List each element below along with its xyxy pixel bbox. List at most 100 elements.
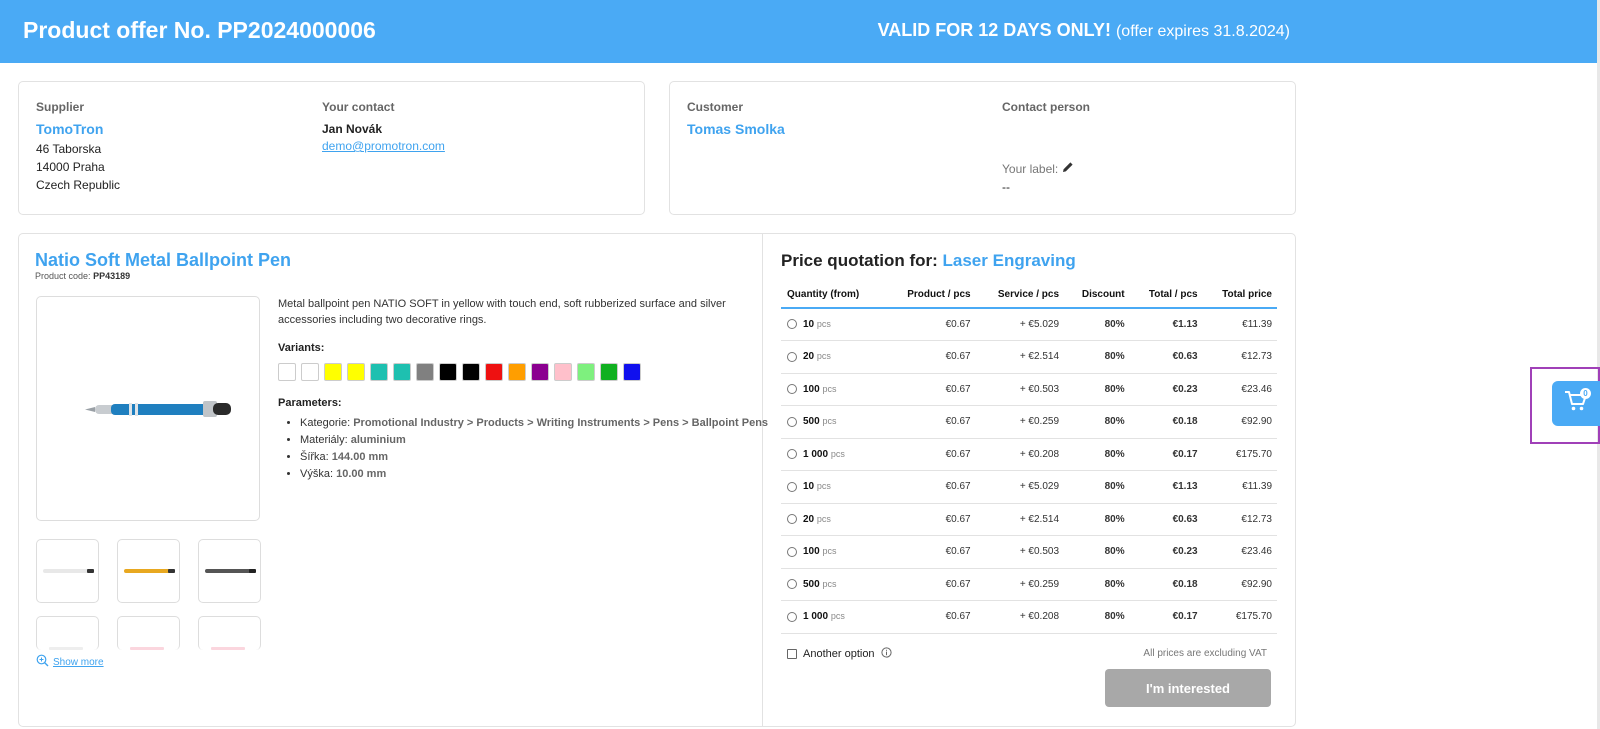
service-price-cell: + €5.029 [975,470,1065,504]
service-price-cell: + €2.514 [975,340,1065,374]
quantity-radio[interactable] [787,611,797,622]
interested-button[interactable]: I'm interested [1105,669,1271,707]
variant-swatch[interactable] [278,363,296,381]
parameter-item: Materiály: aluminium [300,432,768,449]
service-price-cell: + €5.029 [975,308,1065,341]
variant-swatch[interactable] [393,363,411,381]
product-price-cell: €0.67 [884,308,976,341]
product-thumbnail-6[interactable] [198,616,261,650]
quantity-cell[interactable]: 100 pcs [781,373,885,406]
quantity-cell[interactable]: 500 pcs [781,568,885,601]
product-price-cell: €0.67 [884,503,976,536]
col-total-pcs: Total / pcs [1129,281,1203,309]
pencil-icon[interactable] [1062,160,1074,178]
price-row[interactable]: 10 pcs €0.67 + €5.029 80% €1.13 €11.39 [781,308,1277,341]
quantity-radio[interactable] [787,579,797,590]
price-row[interactable]: 100 pcs €0.67 + €0.503 80% €0.23 €23.46 [781,373,1277,406]
contact-person-label: Contact person [1002,100,1091,114]
cart-button[interactable] [1552,381,1600,426]
pen-image [85,401,231,417]
total-price-cell: €12.73 [1202,503,1277,536]
another-option-checkbox[interactable] [787,649,797,659]
discount-cell: 80% [1064,503,1130,536]
your-contact-email[interactable]: demo@promotron.com [322,137,445,155]
product-price-cell: €0.67 [884,568,976,601]
quantity-cell[interactable]: 500 pcs [781,405,885,439]
parameters-label: Parameters: [278,397,342,409]
supplier-name[interactable]: TomoTron [36,121,103,137]
variant-swatch[interactable] [531,363,549,381]
quantity-radio[interactable] [787,449,797,460]
price-row[interactable]: 20 pcs €0.67 + €2.514 80% €0.63 €12.73 [781,503,1277,536]
quotation-title-prefix: Price quotation for: [781,251,938,270]
quantity-radio[interactable] [787,416,797,427]
show-more-label[interactable]: Show more [53,657,104,668]
your-contact-label: Your contact [322,100,395,114]
another-option[interactable]: Another option [787,647,892,661]
quantity-cell[interactable]: 10 pcs [781,308,885,341]
total-price-cell: €12.73 [1202,340,1277,374]
variant-swatch[interactable] [577,363,595,381]
product-thumbnail-gray[interactable] [198,539,261,603]
quantity-cell[interactable]: 1 000 pcs [781,438,885,471]
price-row[interactable]: 10 pcs €0.67 + €5.029 80% €1.13 €11.39 [781,470,1277,504]
price-row[interactable]: 1 000 pcs €0.67 + €0.208 80% €0.17 €175.70 [781,600,1277,634]
your-label-row[interactable]: Your label: [1002,160,1074,178]
price-row[interactable]: 100 pcs €0.67 + €0.503 80% €0.23 €23.46 [781,535,1277,569]
variant-swatch[interactable] [324,363,342,381]
variant-swatch[interactable] [508,363,526,381]
variant-swatch[interactable] [485,363,503,381]
product-main-image[interactable] [36,296,260,521]
customer-label: Customer [687,100,744,114]
variant-swatch[interactable] [554,363,572,381]
total-per-pcs-cell: €1.13 [1129,308,1203,341]
product-price-cell: €0.67 [884,535,976,569]
product-thumbnail-yellow[interactable] [117,539,180,603]
price-table: Quantity (from) Product / pcs Service / … [781,281,1277,634]
quantity-cell[interactable]: 100 pcs [781,535,885,569]
product-thumbnail-white[interactable] [36,539,99,603]
quantity-radio[interactable] [787,546,797,557]
variant-swatch[interactable] [462,363,480,381]
total-price-cell: €92.90 [1202,405,1277,439]
quantity-cell[interactable]: 1 000 pcs [781,600,885,634]
price-row[interactable]: 500 pcs €0.67 + €0.259 80% €0.18 €92.90 [781,405,1277,439]
quantity-cell[interactable]: 10 pcs [781,470,885,504]
discount-cell: 80% [1064,470,1130,504]
info-icon[interactable] [880,647,892,661]
quantity-radio[interactable] [787,481,797,492]
variant-swatch[interactable] [600,363,618,381]
total-price-cell: €92.90 [1202,568,1277,601]
quantity-radio[interactable] [787,351,797,362]
total-per-pcs-cell: €1.13 [1129,470,1203,504]
another-option-label: Another option [803,648,875,660]
quantity-radio[interactable] [787,384,797,395]
variant-swatch[interactable] [370,363,388,381]
total-per-pcs-cell: €0.63 [1129,503,1203,536]
customer-name[interactable]: Tomas Smolka [687,121,785,137]
variant-swatch[interactable] [623,363,641,381]
variant-swatch[interactable] [439,363,457,381]
col-service: Service / pcs [975,281,1065,309]
total-price-cell: €23.46 [1202,373,1277,406]
total-per-pcs-cell: €0.63 [1129,340,1203,374]
price-row[interactable]: 20 pcs €0.67 + €2.514 80% €0.63 €12.73 [781,340,1277,374]
total-per-pcs-cell: €0.18 [1129,405,1203,439]
quantity-radio[interactable] [787,514,797,525]
total-per-pcs-cell: €0.17 [1129,438,1203,471]
quantity-cell[interactable]: 20 pcs [781,503,885,536]
variant-swatch[interactable] [416,363,434,381]
variant-swatch[interactable] [347,363,365,381]
col-product: Product / pcs [884,281,976,309]
variant-swatch[interactable] [301,363,319,381]
price-row[interactable]: 500 pcs €0.67 + €0.259 80% €0.18 €92.90 [781,568,1277,601]
product-thumbnail-4[interactable] [36,616,99,650]
product-price-cell: €0.67 [884,600,976,634]
quantity-cell[interactable]: 20 pcs [781,340,885,374]
show-more-link[interactable]: Show more [36,654,104,670]
col-total-price: Total price [1202,281,1277,309]
price-row[interactable]: 1 000 pcs €0.67 + €0.208 80% €0.17 €175.70 [781,438,1277,471]
product-thumbnail-5[interactable] [117,616,180,650]
quantity-radio[interactable] [787,319,797,330]
price-table-header: Quantity (from) Product / pcs Service / … [781,281,1277,309]
